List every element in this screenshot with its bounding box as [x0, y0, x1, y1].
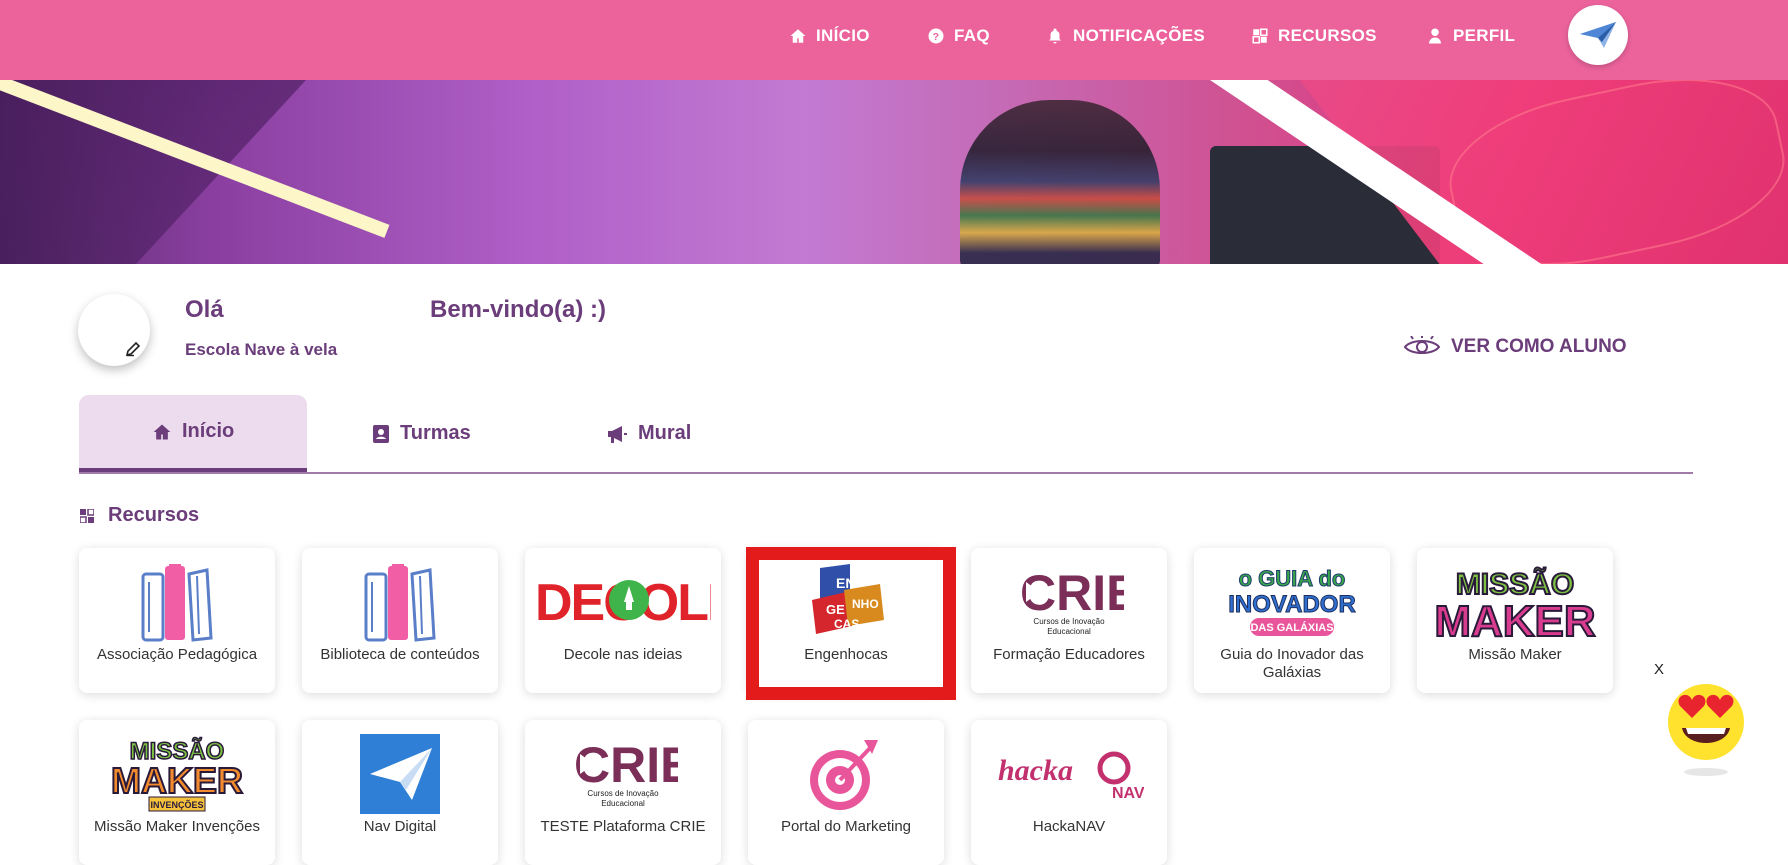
nav-perfil-label: PERFIL	[1453, 26, 1516, 45]
resource-label: Guia do Inovador das Galáxias	[1220, 646, 1364, 681]
grid-icon	[80, 508, 94, 523]
svg-text:Educacional: Educacional	[1047, 627, 1091, 636]
top-navbar: INÍCIO ? FAQ NOTIFICAÇÕES RECURSOS PERFI…	[0, 0, 1788, 80]
greeting-prefix: Olá	[185, 296, 224, 323]
tabs-divider	[79, 472, 1693, 474]
svg-text:NAV: NAV	[1112, 785, 1144, 802]
crie-logo: CRIE Cursos de Inovação Educacional	[971, 560, 1167, 644]
nav-recursos[interactable]: RECURSOS	[1251, 24, 1377, 48]
tab-turmas[interactable]: Turmas	[372, 422, 471, 445]
heart-eyes-emoji-icon[interactable]	[1664, 680, 1748, 776]
svg-text:MISSÃO: MISSÃO	[1456, 567, 1574, 601]
svg-text:Cursos de Inovação: Cursos de Inovação	[1033, 617, 1105, 626]
edit-avatar-button[interactable]	[122, 338, 144, 360]
resource-card-guia-inovador[interactable]: o GUIA do INOVADOR DAS GALÁXIAS Guia do …	[1194, 548, 1390, 693]
svg-text:o GUIA do: o GUIA do	[1239, 566, 1346, 591]
close-widget-button[interactable]: X	[1645, 655, 1673, 683]
missao-maker-invencoes-logo: MISSÃO MAKER INVENÇÕES	[79, 732, 275, 816]
nav-inicio[interactable]: INÍCIO	[789, 24, 870, 48]
decole-logo: DECOLE	[525, 560, 721, 644]
bell-icon	[1049, 28, 1061, 44]
missao-maker-logo: MISSÃO MAKER	[1417, 560, 1613, 644]
grid-icon	[1252, 28, 1268, 44]
resource-label: Associação Pedagógica	[96, 646, 258, 663]
resource-card-engenhocas[interactable]: EN GE NHO CAS Engenhocas	[748, 548, 944, 693]
nav-inicio-label: INÍCIO	[816, 26, 870, 45]
resource-card-missao-maker[interactable]: MISSÃO MAKER Missão Maker	[1417, 548, 1613, 693]
nav-notificacoes[interactable]: NOTIFICAÇÕES	[1046, 24, 1205, 48]
home-icon	[153, 424, 171, 439]
resource-card-formacao-educadores[interactable]: CRIE Cursos de Inovação Educacional Form…	[971, 548, 1167, 693]
resource-label: HackaNAV	[1032, 818, 1106, 835]
svg-text:DAS GALÁXIAS: DAS GALÁXIAS	[1250, 621, 1333, 634]
books-icon	[302, 560, 498, 644]
view-as-student-button[interactable]: VER COMO ALUNO	[1403, 336, 1627, 358]
resource-label: Biblioteca de conteúdos	[320, 646, 480, 663]
nav-faq-label: FAQ	[954, 26, 990, 45]
resource-card-missao-maker-invencoes[interactable]: MISSÃO MAKER INVENÇÕES Missão Maker Inve…	[79, 720, 275, 865]
nav-recursos-label: RECURSOS	[1278, 26, 1377, 45]
paper-plane-icon	[1580, 22, 1616, 48]
contact-book-icon	[373, 424, 389, 443]
user-icon	[1429, 28, 1441, 44]
resource-label: TESTE Plataforma CRIE	[540, 818, 706, 835]
books-icon	[79, 560, 275, 644]
nav-faq[interactable]: ? FAQ	[927, 24, 990, 48]
resource-card-nav-digital[interactable]: Nav Digital	[302, 720, 498, 865]
engenhocas-logo: EN GE NHO CAS	[748, 560, 944, 644]
svg-text:EN: EN	[836, 575, 855, 591]
hackanav-logo: hacka NAV	[971, 732, 1167, 816]
resource-label: Formação Educadores	[993, 646, 1145, 663]
svg-text:?: ?	[933, 31, 940, 43]
section-recursos-title: Recursos	[80, 504, 199, 527]
svg-text:Educacional: Educacional	[601, 799, 645, 808]
nav-notificacoes-label: NOTIFICAÇÕES	[1073, 26, 1206, 45]
resource-label: Missão Maker Invenções	[94, 818, 260, 835]
resource-card-associacao-pedagogica[interactable]: Associação Pedagógica	[79, 548, 275, 693]
resource-card-hackanav[interactable]: hacka NAV HackaNAV	[971, 720, 1167, 865]
tab-mural[interactable]: Mural	[606, 422, 691, 445]
svg-text:MAKER: MAKER	[111, 760, 243, 801]
hero-banner	[0, 80, 1788, 264]
section-title-label: Recursos	[108, 504, 200, 526]
svg-text:GE: GE	[826, 602, 845, 617]
school-name: Escola Nave à vela	[185, 340, 338, 359]
svg-text:NHO: NHO	[852, 597, 879, 611]
pencil-icon	[125, 341, 141, 357]
crie-logo: CRIE Cursos de Inovação Educacional	[525, 732, 721, 816]
svg-text:INVENÇÕES: INVENÇÕES	[150, 800, 203, 810]
resource-label: Decole nas ideias	[563, 646, 683, 663]
resource-card-biblioteca[interactable]: Biblioteca de conteúdos	[302, 548, 498, 693]
resource-label: Engenhocas	[804, 646, 888, 663]
resource-card-portal-marketing[interactable]: Portal do Marketing	[748, 720, 944, 865]
svg-text:INOVADOR: INOVADOR	[1228, 591, 1356, 618]
svg-text:CAS: CAS	[834, 617, 859, 631]
app-logo-button[interactable]	[1568, 5, 1628, 65]
megaphone-icon	[608, 425, 627, 443]
tab-turmas-label: Turmas	[400, 422, 471, 444]
resource-card-decole[interactable]: DECOLE Decole nas ideias	[525, 548, 721, 693]
nav-perfil[interactable]: PERFIL	[1426, 24, 1515, 48]
greeting-suffix: Bem-vindo(a) :)	[430, 296, 606, 323]
svg-text:MAKER: MAKER	[1434, 597, 1595, 642]
target-icon	[748, 732, 944, 816]
tab-inicio[interactable]: Início	[152, 420, 234, 443]
tab-inicio-label: Início	[182, 420, 235, 442]
resource-label: Nav Digital	[363, 818, 437, 835]
view-as-student-label: VER COMO ALUNO	[1451, 336, 1627, 357]
resource-card-teste-plataforma-crie[interactable]: CRIE Cursos de Inovação Educacional TEST…	[525, 720, 721, 865]
svg-text:hacka: hacka	[998, 754, 1073, 787]
tab-mural-label: Mural	[638, 422, 692, 444]
resource-label: Missão Maker	[1468, 646, 1562, 663]
guia-inovador-logo: o GUIA do INOVADOR DAS GALÁXIAS	[1194, 560, 1390, 644]
eye-icon	[1403, 336, 1441, 354]
question-circle-icon: ?	[928, 28, 944, 44]
home-icon	[790, 29, 806, 43]
resource-label: Portal do Marketing	[780, 818, 912, 835]
paper-plane-icon	[302, 732, 498, 816]
svg-text:Cursos de Inovação: Cursos de Inovação	[587, 789, 659, 798]
